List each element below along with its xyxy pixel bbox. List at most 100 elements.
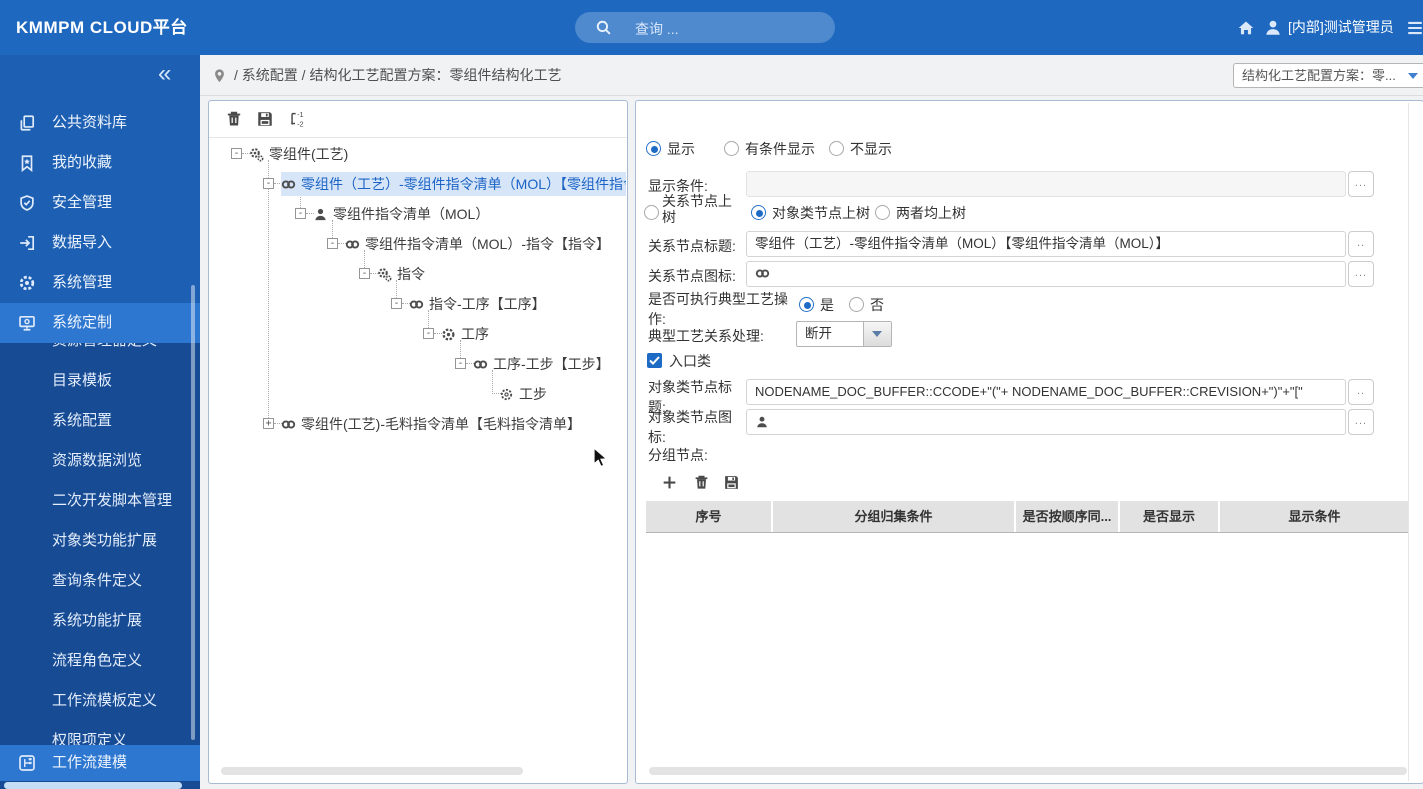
top-header-bar: KMMPM CLOUD平台 [内部]测试管理员 (0, 0, 1423, 55)
tree-node-label: 工步 (519, 386, 547, 402)
tree-node[interactable]: 零组件指令清单（MOL） (313, 202, 489, 226)
object-icon-input[interactable] (746, 409, 1346, 435)
gear-icon (441, 327, 456, 342)
gears-icon (249, 147, 264, 162)
home-icon[interactable] (1237, 19, 1255, 37)
tree-expander[interactable]: - (359, 268, 370, 279)
tree-node[interactable]: 零组件(工艺)-毛料指令清单【毛料指令清单】 (281, 412, 581, 436)
object-title-more-button[interactable]: .. (1348, 379, 1374, 405)
radio-object-node-tree[interactable] (751, 205, 766, 220)
tree-node-label: 零组件(工艺)-毛料指令清单【毛料指令清单】 (301, 416, 581, 432)
levels-button[interactable] (287, 110, 305, 128)
radio-yes[interactable] (799, 297, 814, 312)
form-vertical-scrollbar-track[interactable] (1408, 103, 1409, 781)
relation-title-more-button[interactable]: .. (1348, 231, 1374, 257)
chain-link-icon (345, 237, 360, 252)
tree-expander[interactable]: - (391, 298, 402, 309)
sidebar-subitem-catalog-template[interactable]: 目录模板 (0, 361, 200, 401)
radio-both-tree[interactable] (875, 205, 890, 220)
sidebar-subitem-process-role-def[interactable]: 流程角色定义 (0, 641, 200, 681)
relation-icon-label: 关系节点图标: (648, 268, 736, 284)
relation-title-input[interactable]: 零组件（工艺）-零组件指令清单（MOL）【零组件指令清单（MOL）】 (746, 231, 1346, 257)
tree-node[interactable]: 工序 (441, 322, 489, 346)
scheme-select[interactable]: 结构化工艺配置方案：零... (1233, 63, 1423, 88)
display-condition-more-button[interactable]: ... (1348, 171, 1374, 197)
chain-link-icon (409, 297, 424, 312)
search-icon (595, 19, 612, 36)
tree-expander[interactable]: - (327, 238, 338, 249)
relation-icon-input[interactable] (746, 261, 1346, 287)
menu-icon[interactable] (1406, 19, 1423, 37)
monitor-icon (18, 314, 36, 332)
radio-no-display[interactable] (829, 141, 844, 156)
sidebar-item-label: 数据导入 (52, 234, 113, 251)
sidebar-subitem-object-class-extend[interactable]: 对象类功能扩展 (0, 521, 200, 561)
sidebar-subitem-script-manage[interactable]: 二次开发脚本管理 (0, 481, 200, 521)
form-horizontal-scrollbar[interactable] (649, 767, 1407, 775)
tree-expander[interactable]: - (263, 178, 274, 189)
object-title-input[interactable]: NODENAME_DOC_BUFFER::CCODE+"("+ NODENAME… (746, 379, 1346, 405)
tree-node[interactable]: 指令-工序【工序】 (409, 292, 546, 316)
group-node-label: 分组节点: (648, 447, 708, 463)
tree-node[interactable]: 工序-工步【工步】 (473, 352, 610, 376)
add-group-button[interactable] (661, 474, 678, 491)
sidebar-item-security[interactable]: 安全管理 (0, 183, 200, 223)
group-table-header: 序号 分组归集条件 是否按顺序同... 是否显示 显示条件 (646, 501, 1409, 533)
object-icon-more-button[interactable]: ... (1348, 409, 1374, 435)
sidebar-subitem-query-condition-def[interactable]: 查询条件定义 (0, 561, 200, 601)
location-pin-icon (212, 68, 227, 83)
radio-no-label: 否 (870, 297, 884, 313)
sidebar-item-data-import[interactable]: 数据导入 (0, 223, 200, 263)
column-header-display-condition[interactable]: 显示条件 (1218, 501, 1409, 532)
tree-node[interactable]: 零组件(工艺) (249, 142, 348, 166)
user-icon[interactable] (1264, 19, 1282, 37)
search-input[interactable] (633, 12, 827, 45)
global-search[interactable] (575, 12, 835, 45)
gear-icon (18, 274, 36, 292)
sidebar-vertical-scrollbar[interactable] (191, 285, 195, 740)
tree-horizontal-scrollbar[interactable] (221, 767, 523, 775)
typical-relation-select[interactable]: 断开 (796, 321, 892, 347)
radio-no[interactable] (849, 297, 864, 312)
column-header-seq[interactable]: 序号 (646, 501, 771, 532)
tree-expander[interactable]: + (263, 418, 274, 429)
delete-node-button[interactable] (225, 110, 243, 128)
tree-node[interactable]: 指令 (377, 262, 425, 286)
column-header-group-condition[interactable]: 分组归集条件 (771, 501, 1014, 532)
sidebar-item-system-manage[interactable]: 系统管理 (0, 263, 200, 303)
sidebar-subitem-system-function-extend[interactable]: 系统功能扩展 (0, 601, 200, 641)
sidebar-item-workflow-modeling[interactable]: 工作流建模 (0, 745, 200, 781)
radio-conditional-display[interactable] (724, 141, 739, 156)
sidebar-item-favorites[interactable]: 我的收藏 (0, 143, 200, 183)
delete-group-button[interactable] (693, 474, 710, 491)
tree-expander[interactable]: - (423, 328, 434, 339)
radio-display[interactable] (646, 141, 661, 156)
tree-expander[interactable]: - (455, 358, 466, 369)
display-condition-input[interactable] (746, 171, 1346, 197)
tree-node-selected[interactable]: 零组件（工艺）-零组件指令清单（MOL）【零组件指令清单（MOL）】 (281, 172, 626, 196)
sidebar-subitem-workflow-template-def[interactable]: 工作流模板定义 (0, 681, 200, 721)
entry-class-checkbox[interactable] (647, 353, 662, 368)
sidebar-horizontal-scrollbar[interactable] (4, 782, 182, 789)
column-header-ordered[interactable]: 是否按顺序同... (1014, 501, 1118, 532)
save-group-button[interactable] (723, 474, 740, 491)
radio-conditional-label: 有条件显示 (745, 141, 815, 157)
relation-icon-more-button[interactable]: ... (1348, 261, 1374, 287)
sidebar-subitem-system-config[interactable]: 系统配置 (0, 401, 200, 441)
sidebar-subitem-resource-data-browse[interactable]: 资源数据浏览 (0, 441, 200, 481)
tree-node[interactable]: 工步 (499, 382, 547, 406)
app-root: { "header": { "app_title": "KMMPM CLOUD平… (0, 0, 1423, 789)
tree-expander[interactable]: - (231, 148, 242, 159)
save-tree-button[interactable] (256, 110, 274, 128)
current-user-label[interactable]: [内部]测试管理员 (1288, 0, 1394, 55)
sidebar-item-library[interactable]: 公共资料库 (0, 103, 200, 143)
chain-link-icon (281, 417, 296, 432)
column-header-visible[interactable]: 是否显示 (1118, 501, 1218, 532)
tree-node-label: 零组件指令清单（MOL）-指令【指令】 (365, 236, 610, 252)
radio-relation-node-tree[interactable] (644, 205, 659, 220)
chevron-down-icon[interactable] (863, 322, 891, 346)
sidebar-collapse-button[interactable]: « (158, 59, 171, 89)
sidebar-item-system-custom[interactable]: 系统定制 (0, 303, 200, 343)
tree-expander[interactable]: - (295, 208, 306, 219)
tree-node[interactable]: 零组件指令清单（MOL）-指令【指令】 (345, 232, 610, 256)
